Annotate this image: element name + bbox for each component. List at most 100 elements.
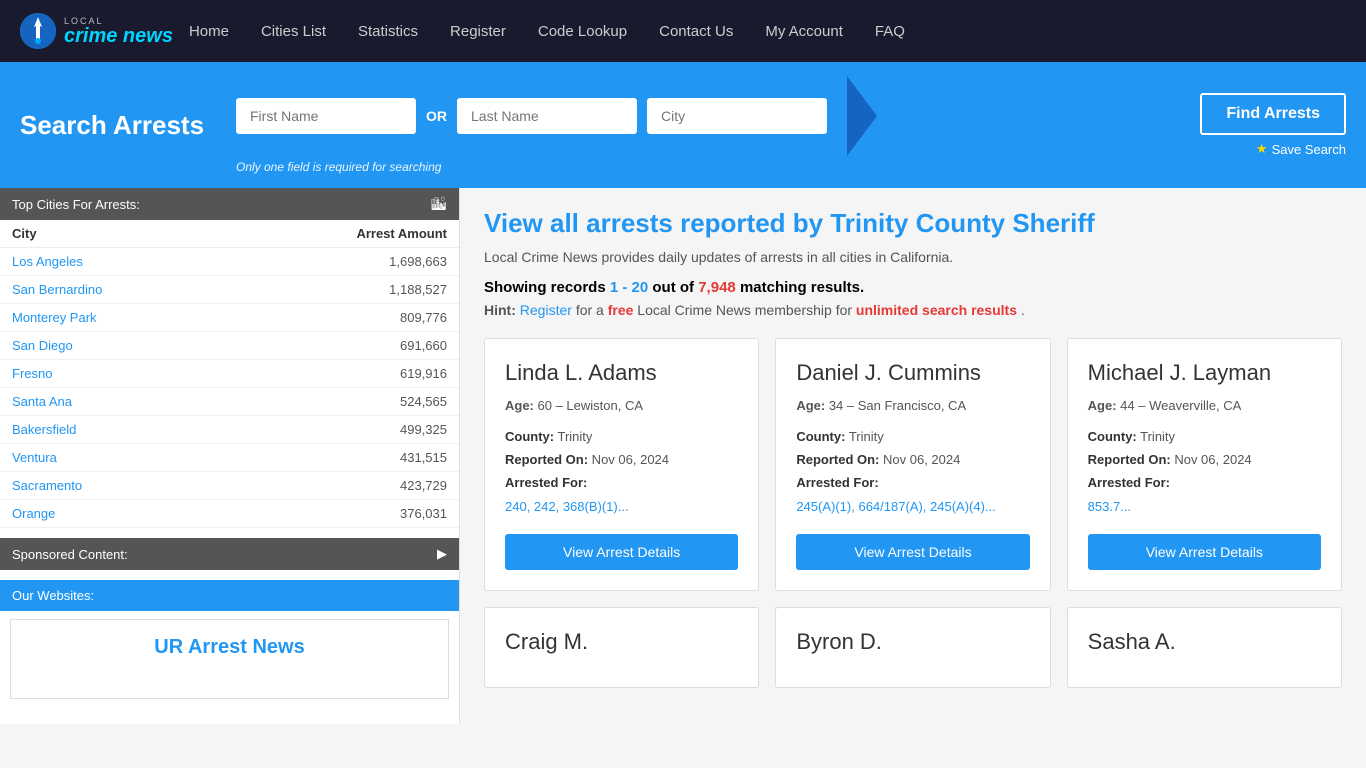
sponsored-section: Sponsored Content: ▶ — [0, 538, 459, 570]
arrest-name: Byron D. — [796, 628, 1029, 657]
showing-label: Showing records — [484, 279, 606, 296]
nav-cities-list[interactable]: Cities List — [245, 0, 342, 62]
sidebar: Top Cities For Arrests: 🏙 City Arrest Am… — [0, 188, 460, 724]
city-input[interactable] — [647, 98, 827, 134]
arrest-amount: 1,698,663 — [229, 248, 459, 276]
city-link[interactable]: Santa Ana — [12, 394, 72, 409]
star-icon: ★ — [1256, 141, 1268, 157]
arrest-amount: 376,031 — [229, 500, 459, 528]
arrest-cards-row-1: Linda L. Adams Age: 60 – Lewiston, CA Co… — [484, 338, 1342, 591]
arrest-details: County: Trinity Reported On: Nov 06, 202… — [796, 425, 1029, 519]
nav-bar: LOCAL crime news Home Cities List Statis… — [0, 0, 1366, 62]
arrest-card: Craig M. — [484, 607, 759, 688]
view-arrest-details-button[interactable]: View Arrest Details — [505, 534, 738, 570]
cities-table: City Arrest Amount Los Angeles 1,698,663… — [0, 220, 459, 528]
table-row: Fresno 619,916 — [0, 360, 459, 388]
search-or-label: OR — [426, 108, 447, 124]
out-of-label: out of — [652, 279, 694, 296]
last-name-input[interactable] — [457, 98, 637, 134]
arrest-amount: 499,325 — [229, 416, 459, 444]
arrest-name: Michael J. Layman — [1088, 359, 1321, 388]
city-link[interactable]: San Bernardino — [12, 282, 102, 297]
page-subtitle: Local Crime News provides daily updates … — [484, 249, 1342, 265]
save-search-label: Save Search — [1272, 142, 1346, 157]
sponsored-header: Sponsored Content: ▶ — [0, 538, 459, 570]
matching-results-label: matching results. — [740, 279, 864, 296]
table-row: Ventura 431,515 — [0, 444, 459, 472]
city-link[interactable]: Monterey Park — [12, 310, 97, 325]
table-row: Los Angeles 1,698,663 — [0, 248, 459, 276]
logo[interactable]: LOCAL crime news — [20, 13, 173, 49]
city-icon: 🏙 — [430, 196, 447, 212]
hint-middle2: Local Crime News membership for — [637, 302, 856, 318]
page-title: View all arrests reported by Trinity Cou… — [484, 208, 1342, 239]
city-link[interactable]: Ventura — [12, 450, 57, 465]
arrest-amount-column-header: Arrest Amount — [229, 220, 459, 248]
logo-icon — [20, 13, 56, 49]
arrest-amount: 691,660 — [229, 332, 459, 360]
arrest-card: Michael J. Layman Age: 44 – Weaverville,… — [1067, 338, 1342, 591]
arrest-age: Age: 44 – Weaverville, CA — [1088, 398, 1321, 413]
search-bar: Search Arrests OR Only one field is requ… — [0, 62, 1366, 188]
arrest-name: Craig M. — [505, 628, 738, 657]
arrest-amount: 809,776 — [229, 304, 459, 332]
sponsored-play-icon: ▶ — [437, 546, 447, 562]
arrest-age: Age: 60 – Lewiston, CA — [505, 398, 738, 413]
results-range: 1 - 20 — [610, 279, 648, 296]
search-arrow-decoration — [847, 76, 877, 156]
our-websites-label: Our Websites: — [12, 588, 94, 603]
ur-arrest-news-box[interactable]: UR Arrest News — [10, 619, 449, 699]
search-fields-row: OR — [236, 76, 877, 156]
nav-faq[interactable]: FAQ — [859, 0, 921, 62]
top-cities-label: Top Cities For Arrests: — [12, 197, 140, 212]
search-title: Search Arrests — [20, 110, 220, 141]
arrest-details: County: Trinity Reported On: Nov 06, 202… — [1088, 425, 1321, 519]
city-link[interactable]: San Diego — [12, 338, 73, 353]
arrest-amount: 1,188,527 — [229, 276, 459, 304]
table-row: Sacramento 423,729 — [0, 472, 459, 500]
arrest-card: Byron D. — [775, 607, 1050, 688]
nav-my-account[interactable]: My Account — [749, 0, 859, 62]
nav-code-lookup[interactable]: Code Lookup — [522, 0, 643, 62]
arrest-name: Sasha A. — [1088, 628, 1321, 657]
nav-statistics[interactable]: Statistics — [342, 0, 434, 62]
main-layout: Top Cities For Arrests: 🏙 City Arrest Am… — [0, 188, 1366, 724]
hint-end: . — [1021, 302, 1025, 318]
arrest-card: Linda L. Adams Age: 60 – Lewiston, CA Co… — [484, 338, 759, 591]
nav-links: Home Cities List Statistics Register Cod… — [173, 0, 921, 62]
table-row: Orange 376,031 — [0, 500, 459, 528]
find-arrests-button[interactable]: Find Arrests — [1200, 93, 1346, 135]
arrest-card: Sasha A. — [1067, 607, 1342, 688]
first-name-input[interactable] — [236, 98, 416, 134]
nav-home[interactable]: Home — [173, 0, 245, 62]
arrest-details: County: Trinity Reported On: Nov 06, 202… — [505, 425, 738, 519]
hint-register-link[interactable]: Register — [520, 302, 572, 318]
sponsored-label: Sponsored Content: — [12, 547, 128, 562]
city-link[interactable]: Sacramento — [12, 478, 82, 493]
nav-contact-us[interactable]: Contact Us — [643, 0, 749, 62]
arrest-amount: 431,515 — [229, 444, 459, 472]
city-link[interactable]: Fresno — [12, 366, 52, 381]
city-link[interactable]: Los Angeles — [12, 254, 83, 269]
view-arrest-details-button[interactable]: View Arrest Details — [1088, 534, 1321, 570]
search-hint: Only one field is required for searching — [236, 160, 877, 174]
view-arrest-details-button[interactable]: View Arrest Details — [796, 534, 1029, 570]
main-content: View all arrests reported by Trinity Cou… — [460, 188, 1366, 724]
our-websites-header: Our Websites: — [0, 580, 459, 611]
search-fields-wrap: OR Only one field is required for search… — [236, 76, 877, 174]
table-row: Monterey Park 809,776 — [0, 304, 459, 332]
arrest-age: Age: 34 – San Francisco, CA — [796, 398, 1029, 413]
arrest-codes: 853.7... — [1088, 499, 1131, 514]
hint-prefix: Hint: — [484, 302, 516, 318]
city-link[interactable]: Bakersfield — [12, 422, 76, 437]
arrest-amount: 524,565 — [229, 388, 459, 416]
table-row: Bakersfield 499,325 — [0, 416, 459, 444]
ur-arrest-news-title: UR Arrest News — [27, 636, 432, 659]
save-search-link[interactable]: ★ Save Search — [1256, 141, 1346, 157]
nav-register[interactable]: Register — [434, 0, 522, 62]
arrest-amount: 619,916 — [229, 360, 459, 388]
top-cities-header: Top Cities For Arrests: 🏙 — [0, 188, 459, 220]
city-link[interactable]: Orange — [12, 506, 55, 521]
search-right: Find Arrests ★ Save Search — [1200, 93, 1346, 157]
arrest-codes: 245(A)(1), 664/187(A), 245(A)(4)... — [796, 499, 995, 514]
